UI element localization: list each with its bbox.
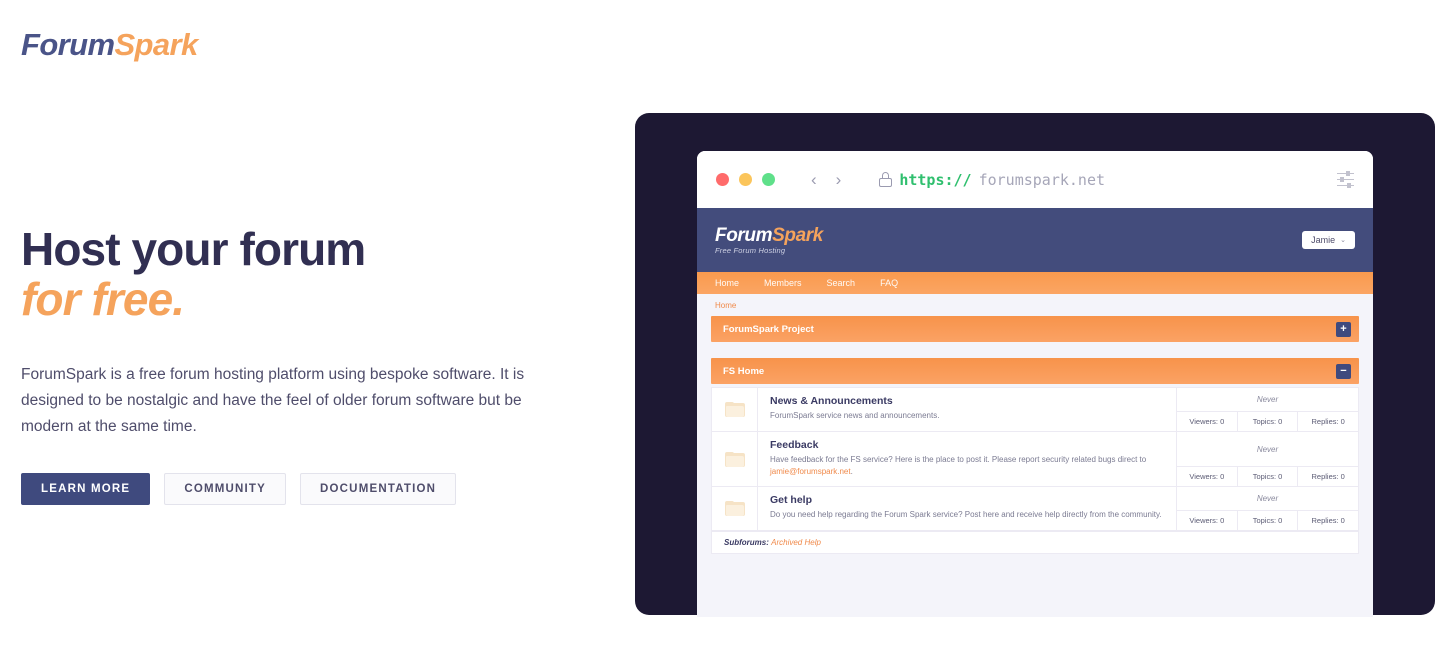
hero-button-row: LEARN MORE COMMUNITY DOCUMENTATION [21, 472, 581, 505]
browser-nav-arrows: ‹ › [811, 170, 841, 190]
forum-logo[interactable]: ForumSpark Free Forum Hosting [715, 226, 823, 255]
browser-window: ‹ › https:// forumspark.net ForumSpark Fr… [697, 151, 1373, 617]
folder-icon [712, 388, 758, 431]
hero-section: Host your forum for free. ForumSpark is … [21, 225, 581, 505]
hero-heading-line2: for free. [21, 273, 185, 326]
board-title[interactable]: Get help [770, 494, 1166, 506]
board-title[interactable]: News & Announcements [770, 395, 1166, 407]
board-stats: Never Viewers: 0 Topics: 0 Replies: 0 [1176, 388, 1358, 431]
forum-logo-forum: Forum [715, 224, 773, 246]
viewers-count: Viewers: 0 [1177, 511, 1238, 530]
user-name: Jamie [1311, 235, 1336, 245]
subforums-row: Subforums: Archived Help [712, 531, 1358, 553]
last-post: Never [1177, 388, 1358, 412]
nav-item-home[interactable]: Home [715, 278, 739, 288]
forum-nav: Home Members Search FAQ [697, 272, 1373, 294]
table-row[interactable]: Feedback Have feedback for the FS servic… [712, 432, 1358, 487]
board-description: Do you need help regarding the Forum Spa… [770, 510, 1162, 519]
board-description: ForumSpark service news and announcement… [770, 411, 940, 420]
folder-icon [712, 487, 758, 530]
nav-item-search[interactable]: Search [827, 278, 856, 288]
board-info: Feedback Have feedback for the FS servic… [758, 432, 1176, 486]
site-logo-forum: Forum [21, 27, 115, 62]
board-info: Get help Do you need help regarding the … [758, 487, 1176, 530]
site-logo-spark: Spark [114, 27, 198, 62]
category-bar-project[interactable]: ForumSpark Project + [711, 316, 1359, 342]
subforum-link-archived-help[interactable]: Archived Help [771, 538, 821, 547]
lock-icon [879, 172, 893, 187]
maximize-icon[interactable] [762, 173, 775, 186]
settings-icon[interactable] [1337, 170, 1354, 188]
topics-count: Topics: 0 [1238, 412, 1299, 431]
device-frame: ‹ › https:// forumspark.net ForumSpark Fr… [635, 113, 1435, 617]
table-row[interactable]: News & Announcements ForumSpark service … [712, 388, 1358, 432]
landing-page: ForumSpark Host your forum for free. For… [0, 0, 1451, 651]
chevron-down-icon: ⌄ [1340, 237, 1346, 244]
category-title: ForumSpark Project [723, 323, 814, 335]
url-protocol: https:// [899, 170, 972, 189]
community-button[interactable]: COMMUNITY [164, 472, 287, 505]
forum-logo-spark: Spark [772, 224, 823, 246]
learn-more-button[interactable]: LEARN MORE [21, 472, 151, 505]
board-title[interactable]: Feedback [770, 439, 1166, 451]
replies-count: Replies: 0 [1311, 472, 1345, 481]
forward-icon[interactable]: › [836, 170, 842, 190]
board-info: News & Announcements ForumSpark service … [758, 388, 1176, 431]
folder-icon [712, 432, 758, 486]
nav-item-faq[interactable]: FAQ [880, 278, 898, 288]
site-logo[interactable]: ForumSpark [21, 27, 198, 63]
hero-heading-line1: Host your forum [21, 223, 366, 275]
last-post: Never [1177, 487, 1358, 511]
subforums-label: Subforums: [724, 538, 769, 547]
viewers-count: Viewers: 0 [1177, 467, 1238, 486]
user-menu-button[interactable]: Jamie ⌄ [1302, 231, 1355, 249]
browser-chrome: ‹ › https:// forumspark.net [697, 151, 1373, 208]
traffic-lights [716, 173, 775, 186]
collapse-icon[interactable]: − [1336, 363, 1351, 379]
forum-header: ForumSpark Free Forum Hosting Jamie ⌄ [697, 208, 1373, 272]
category-bar-fs-home[interactable]: FS Home − [711, 358, 1359, 384]
back-icon[interactable]: ‹ [811, 170, 817, 190]
forum-page: ForumSpark Free Forum Hosting Jamie ⌄ Ho… [697, 208, 1373, 617]
email-link[interactable]: jamie@forumspark.net [770, 467, 851, 476]
viewers-count: Viewers: 0 [1177, 412, 1238, 431]
nav-item-members[interactable]: Members [764, 278, 802, 288]
category-title: FS Home [723, 365, 765, 377]
expand-icon[interactable]: + [1336, 321, 1351, 337]
replies-count: Replies: 0 [1311, 417, 1345, 426]
forum-tagline: Free Forum Hosting [715, 245, 786, 255]
address-bar[interactable]: https:// forumspark.net [879, 171, 1337, 189]
table-row[interactable]: Get help Do you need help regarding the … [712, 487, 1358, 531]
last-post: Never [1177, 432, 1358, 467]
hero-paragraph: ForumSpark is a free forum hosting platf… [21, 365, 525, 435]
close-icon[interactable] [716, 173, 729, 186]
breadcrumb[interactable]: Home [697, 294, 1373, 314]
replies-count: Replies: 0 [1311, 516, 1345, 525]
board-stats: Never Viewers: 0 Topics: 0 Replies: 0 [1176, 487, 1358, 530]
board-description-tail: . [850, 467, 853, 476]
url-host: forumspark.net [978, 170, 1106, 189]
documentation-button[interactable]: DOCUMENTATION [300, 472, 457, 505]
board-description-text: Have feedback for the FS service? Here i… [770, 455, 1147, 464]
topics-count: Topics: 0 [1238, 511, 1299, 530]
topics-count: Topics: 0 [1238, 467, 1299, 486]
board-list: News & Announcements ForumSpark service … [711, 387, 1359, 554]
page-title: Host your forum for free. [21, 225, 581, 324]
board-description: Have feedback for the FS service? Here i… [770, 454, 1166, 478]
board-stats: Never Viewers: 0 Topics: 0 Replies: 0 [1176, 432, 1358, 486]
minimize-icon[interactable] [739, 173, 752, 186]
